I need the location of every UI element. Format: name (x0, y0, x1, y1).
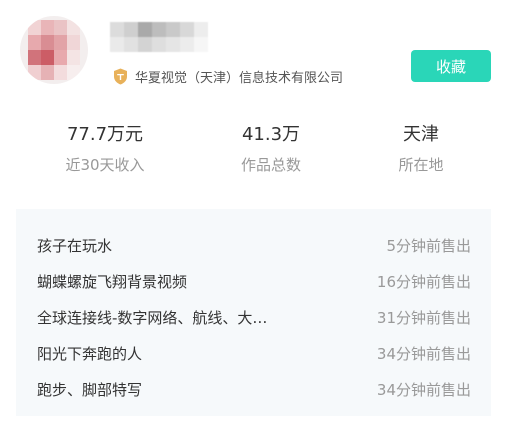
stat-value: 77.7万元 (66, 124, 144, 145)
sale-title[interactable]: 阳光下奔跑的人 (37, 343, 142, 364)
list-item[interactable]: 蝴蝶螺旋飞翔背景视频 16分钟前售出 (37, 263, 471, 299)
username-pixelated (110, 22, 210, 52)
stat-income: 77.7万元 近30天收入 (35, 122, 175, 176)
list-item[interactable]: 阳光下奔跑的人 34分钟前售出 (37, 335, 471, 371)
shield-badge-icon (114, 68, 127, 84)
company-name: 华夏视觉（天津）信息技术有限公司 (135, 70, 344, 86)
sale-title[interactable]: 蝴蝶螺旋飞翔背景视频 (37, 271, 187, 292)
sale-time: 5分钟前售出 (386, 236, 471, 255)
stat-value: 41.3万 (241, 124, 301, 145)
avatar[interactable] (20, 16, 88, 84)
avatar-pixelated-image (28, 20, 80, 80)
list-item[interactable]: 全球连接线-数字网络、航线、大… 31分钟前售出 (37, 299, 471, 335)
sale-time: 34分钟前售出 (376, 380, 471, 399)
stat-label: 作品总数 (240, 156, 301, 174)
stat-value: 天津 (403, 124, 439, 145)
favorite-button[interactable]: 收藏 (411, 50, 491, 82)
sale-title[interactable]: 孩子在玩水 (37, 235, 112, 256)
stat-works: 41.3万 作品总数 (201, 122, 341, 176)
company-row: 华夏视觉（天津）信息技术有限公司 (113, 64, 343, 88)
stats-row: 77.7万元 近30天收入 41.3万 作品总数 天津 所在地 (0, 122, 507, 182)
sale-time: 31分钟前售出 (376, 308, 471, 327)
stat-label: 近30天收入 (65, 156, 145, 174)
sale-time: 34分钟前售出 (376, 344, 471, 363)
list-item[interactable]: 孩子在玩水 5分钟前售出 (37, 227, 471, 263)
list-item[interactable]: 跑步、脚部特写 34分钟前售出 (37, 371, 471, 407)
stat-label: 所在地 (398, 156, 444, 174)
sale-time: 16分钟前售出 (376, 272, 471, 291)
sale-title[interactable]: 全球连接线-数字网络、航线、大… (37, 307, 267, 328)
recent-sales-panel: 孩子在玩水 5分钟前售出 蝴蝶螺旋飞翔背景视频 16分钟前售出 全球连接线-数字… (16, 209, 491, 416)
stat-location: 天津 所在地 (351, 122, 491, 176)
sale-title[interactable]: 跑步、脚部特写 (37, 379, 142, 400)
